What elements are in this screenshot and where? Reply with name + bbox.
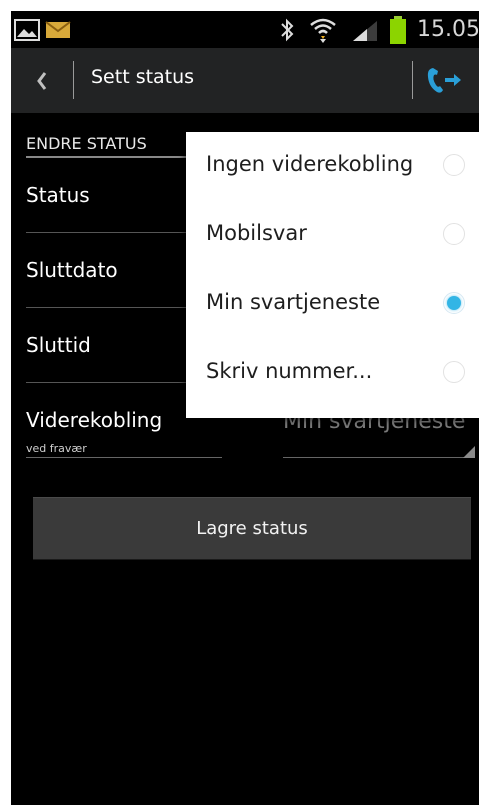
option-label: Ingen viderekobling — [206, 152, 414, 176]
action-bar-divider — [412, 61, 413, 99]
chevron-left-icon — [37, 72, 47, 90]
save-status-button[interactable]: Lagre status — [33, 497, 471, 560]
bluetooth-icon — [281, 18, 294, 42]
status-bar: 15.05 — [11, 11, 479, 48]
option-my-answering-service[interactable]: Min svartjeneste — [186, 270, 479, 338]
email-icon — [45, 21, 71, 38]
option-label: Skriv nummer... — [206, 359, 373, 383]
signal-icon — [353, 21, 377, 41]
wifi-icon — [310, 18, 336, 43]
forwarding-options-popup: Ingen viderekobling Mobilsvar Min svartj… — [186, 132, 479, 418]
phone-forward-icon — [427, 68, 461, 93]
section-divider — [26, 156, 190, 158]
clock: 15.05 — [417, 17, 479, 42]
forwarding-label: Viderekobling — [26, 408, 163, 432]
spinner-underline — [283, 457, 473, 458]
battery-icon — [390, 16, 406, 44]
back-button[interactable] — [29, 64, 59, 98]
spinner-arrow-icon — [463, 446, 475, 458]
end-date-label: Sluttdato — [26, 258, 118, 282]
status-label: Status — [26, 183, 90, 207]
field-underline — [26, 457, 222, 458]
option-label: Min svartjeneste — [206, 290, 381, 314]
radio-button[interactable] — [443, 361, 465, 383]
page-title: Sett status — [91, 66, 195, 88]
radio-button[interactable] — [443, 223, 465, 245]
forward-action-button[interactable] — [425, 63, 465, 97]
action-bar: Sett status — [11, 48, 479, 113]
end-time-label: Sluttid — [26, 333, 91, 357]
option-enter-number[interactable]: Skriv nummer... — [186, 339, 479, 407]
radio-button[interactable] — [443, 154, 465, 176]
option-voicemail[interactable]: Mobilsvar — [186, 201, 479, 269]
action-bar-divider — [73, 61, 74, 99]
radio-button-selected[interactable] — [443, 292, 465, 314]
gallery-icon — [14, 19, 40, 41]
phone-screen: 15.05 Sett status ENDRE STATUS Status Sl… — [11, 11, 479, 805]
forwarding-sublabel: ved fravær — [26, 442, 87, 455]
radio-dot — [447, 296, 461, 310]
save-status-label: Lagre status — [196, 518, 308, 539]
option-no-forwarding[interactable]: Ingen viderekobling — [186, 132, 479, 200]
section-header: ENDRE STATUS — [26, 134, 147, 153]
option-label: Mobilsvar — [206, 221, 307, 245]
